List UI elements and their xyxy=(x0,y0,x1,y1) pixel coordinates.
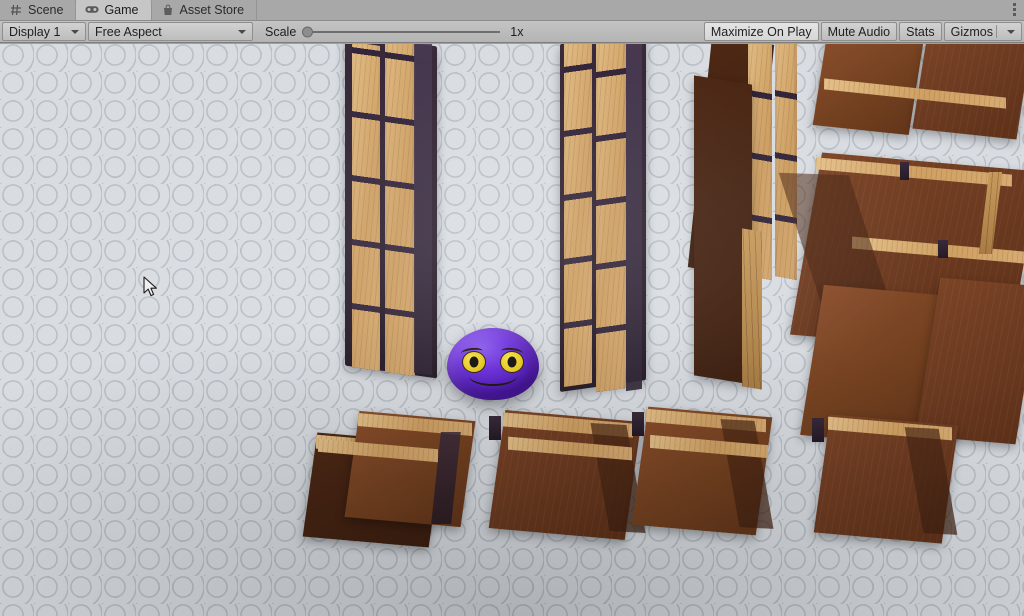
game-view-toolbar: Display 1 Free Aspect Scale 1x Maximize … xyxy=(0,21,1024,43)
tab-game-label: Game xyxy=(104,3,138,17)
scale-label: Scale xyxy=(265,25,296,39)
tab-asset-store-label: Asset Store xyxy=(180,3,245,17)
post-bottom-b xyxy=(632,412,644,436)
stats-label: Stats xyxy=(906,25,935,39)
purple-slime-character[interactable] xyxy=(447,328,539,400)
chevron-down-icon xyxy=(71,30,79,34)
aspect-dropdown-label: Free Aspect xyxy=(95,25,162,39)
wall-topright-column-b-joints xyxy=(775,44,797,280)
tab-game[interactable]: Game xyxy=(76,0,151,20)
tab-scene[interactable]: Scene xyxy=(0,0,76,20)
scale-slider[interactable] xyxy=(302,22,500,41)
maximize-on-play-label: Maximize On Play xyxy=(711,25,812,39)
gizmos-label: Gizmos xyxy=(951,25,993,39)
display-dropdown-label: Display 1 xyxy=(9,25,60,39)
tab-scene-label: Scene xyxy=(28,3,63,17)
chevron-down-icon xyxy=(1007,30,1015,34)
chamber-right-corner-post xyxy=(900,162,909,180)
maximize-on-play-button[interactable]: Maximize On Play xyxy=(704,22,819,41)
chevron-down-icon xyxy=(238,30,246,34)
tab-asset-store[interactable]: Asset Store xyxy=(152,0,258,20)
shopping-bag-icon xyxy=(161,3,175,17)
post-bottom-a xyxy=(489,416,501,440)
gamepad-icon xyxy=(85,3,99,17)
scale-value: 1x xyxy=(510,25,523,39)
mute-audio-button[interactable]: Mute Audio xyxy=(821,22,898,41)
scale-slider-knob[interactable] xyxy=(302,26,313,37)
stats-button[interactable]: Stats xyxy=(899,22,942,41)
mouth-smile xyxy=(469,366,517,386)
wall-center-right-joints xyxy=(596,44,626,392)
kebab-menu-icon[interactable] xyxy=(1004,0,1024,20)
chamber-right-corner-post-2 xyxy=(938,240,948,258)
tab-bar-filler xyxy=(257,0,1004,20)
wall-center-back-face xyxy=(626,44,642,391)
gizmos-separator xyxy=(996,25,997,38)
panel-tab-bar: Scene Game Asset Store xyxy=(0,0,1024,21)
wall-left-inner-joints xyxy=(385,44,415,376)
post-bottom-c xyxy=(812,418,824,442)
unity-editor-window: Scene Game Asset Store xyxy=(0,0,1024,616)
gizmos-button[interactable]: Gizmos xyxy=(944,22,1022,41)
wall-center-left-joints xyxy=(564,44,592,387)
display-dropdown[interactable]: Display 1 xyxy=(2,22,86,41)
wall-left-back-face xyxy=(414,44,432,375)
wall-left-outer-joints xyxy=(352,44,380,371)
scale-slider-track xyxy=(302,31,500,33)
aspect-dropdown[interactable]: Free Aspect xyxy=(88,22,253,41)
game-view-render-area[interactable] xyxy=(0,44,1024,616)
mute-audio-label: Mute Audio xyxy=(828,25,891,39)
grid-icon xyxy=(9,3,23,17)
mouse-pointer xyxy=(143,276,159,298)
wall-right-tall-trim xyxy=(742,228,762,389)
